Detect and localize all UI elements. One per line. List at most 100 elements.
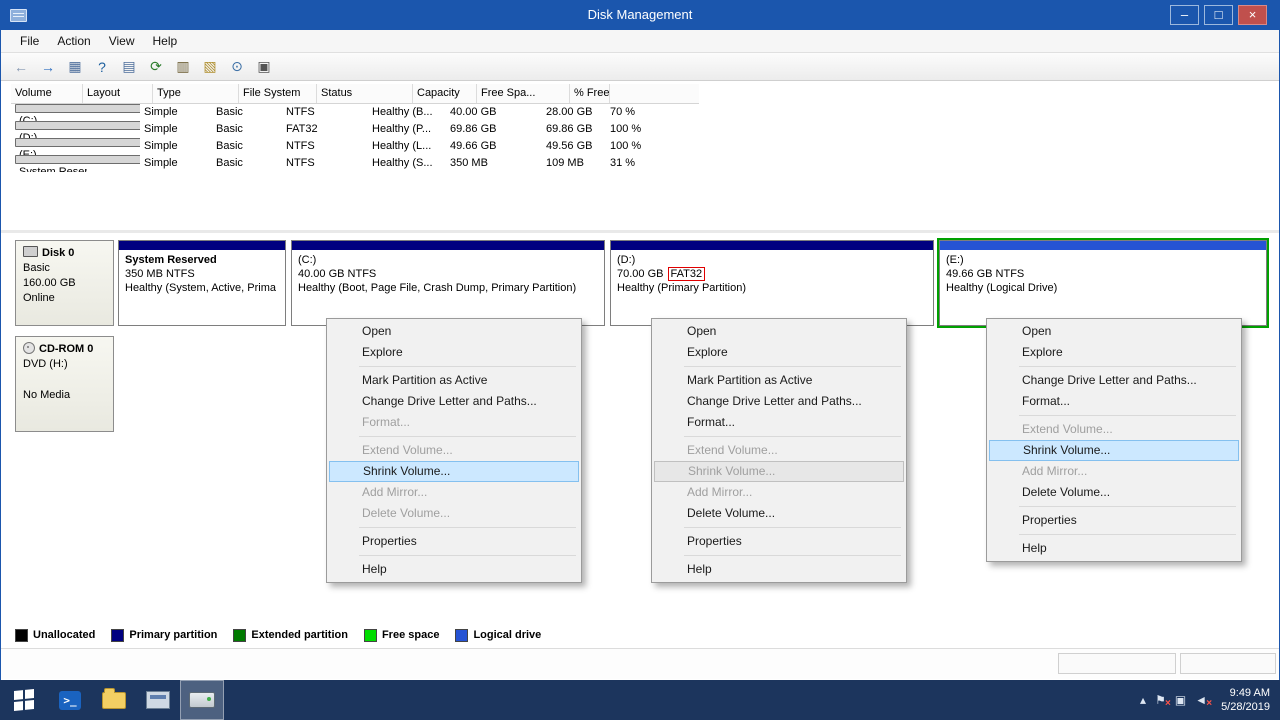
context-menu-item[interactable]: Shrink Volume... [654, 461, 904, 482]
context-menu-item[interactable]: Change Drive Letter and Paths... [989, 370, 1239, 391]
context-menu-item[interactable]: Properties [329, 531, 579, 552]
context-menu-item[interactable]: Extend Volume... [654, 440, 904, 461]
column-header[interactable]: File System [239, 84, 317, 103]
taskbar-disk-management-icon[interactable] [180, 680, 224, 720]
context-menu-item[interactable]: Change Drive Letter and Paths... [654, 391, 904, 412]
close-button[interactable]: × [1238, 5, 1267, 25]
menu-bar: FileActionViewHelp [1, 30, 1279, 53]
context-menu-item[interactable]: Format... [989, 391, 1239, 412]
context-menu-item[interactable]: Mark Partition as Active [654, 370, 904, 391]
context-menu-item[interactable]: Mark Partition as Active [329, 370, 579, 391]
volume-list-pane: VolumeLayoutTypeFile SystemStatusCapacit… [1, 81, 1279, 233]
legend-swatch [364, 629, 377, 642]
partition-block[interactable]: System Reserved 350 MB NTFS Healthy (Sys… [118, 240, 286, 326]
toolbar: ←→▦?▤⟳▥▧⊙▣ [1, 53, 1279, 81]
export-list-icon[interactable]: ▥ [171, 56, 195, 78]
context-menu-item[interactable]: Extend Volume... [329, 440, 579, 461]
context-menu-item[interactable]: Help [654, 559, 904, 580]
cd-rom-header[interactable]: CD-ROM 0 DVD (H:) No Media [15, 336, 114, 432]
partition-size: 49.66 GB NTFS [946, 268, 1024, 280]
table-row[interactable]: System Reserved Simple Basic NTFS Health… [11, 155, 699, 172]
context-menu-item[interactable]: Open [654, 321, 904, 342]
partition-block[interactable]: (E:) 49.66 GB NTFS Healthy (Logical Driv… [939, 240, 1267, 326]
context-menu-item[interactable]: Properties [654, 531, 904, 552]
context-menu-item[interactable]: Explore [989, 342, 1239, 363]
context-menu-item[interactable]: Add Mirror... [989, 461, 1239, 482]
context-menu-item[interactable]: Explore [329, 342, 579, 363]
context-menu-item[interactable]: Open [329, 321, 579, 342]
status-bar-pane-2 [1180, 653, 1276, 674]
start-button[interactable] [0, 680, 48, 720]
context-menu-item[interactable]: Shrink Volume... [989, 440, 1239, 461]
context-menu-item [359, 527, 576, 528]
context-menu-item[interactable]: Delete Volume... [654, 503, 904, 524]
context-menu-item[interactable]: Change Drive Letter and Paths... [329, 391, 579, 412]
column-header[interactable]: Free Spa... [477, 84, 570, 103]
column-header[interactable]: % Free [570, 84, 610, 103]
window-title: Disk Management [1, 0, 1279, 30]
legend: Unallocated Primary partition Extended p… [15, 626, 557, 644]
taskbar-powershell-icon[interactable]: >_ [48, 680, 92, 720]
minimize-button[interactable]: – [1170, 5, 1199, 25]
rescan-disks-icon[interactable]: ▣ [252, 56, 276, 78]
context-menu-item[interactable]: Format... [329, 412, 579, 433]
taskbar-clock[interactable]: 9:49 AM 5/28/2019 [1215, 686, 1270, 714]
menu-bar-item[interactable]: View [100, 30, 144, 53]
context-menu-item[interactable]: Help [989, 538, 1239, 559]
hidden-icons-chevron-icon[interactable]: ▴ [1140, 694, 1146, 706]
context-menu-item[interactable]: Shrink Volume... [329, 461, 579, 482]
context-menu-item[interactable]: Extend Volume... [989, 419, 1239, 440]
taskbar: >_ [0, 680, 1280, 720]
table-header: VolumeLayoutTypeFile SystemStatusCapacit… [11, 84, 699, 104]
properties-icon[interactable]: ▤ [117, 56, 141, 78]
column-header[interactable]: Volume [11, 84, 83, 103]
back-icon[interactable]: ← [9, 56, 33, 78]
volume-icon [15, 138, 140, 147]
action-center-flag-icon[interactable]: ⚑ × [1155, 694, 1166, 706]
context-menu-item [684, 527, 901, 528]
column-header[interactable]: Capacity [413, 84, 477, 103]
context-menu-item[interactable]: Add Mirror... [654, 482, 904, 503]
context-menu-item[interactable]: Format... [654, 412, 904, 433]
context-menu-item [1019, 366, 1236, 367]
partition-name: (E:) [946, 254, 964, 266]
table-row[interactable]: (C:) Simple Basic NTFS Healthy (B... 40.… [11, 104, 699, 121]
menu-bar-item[interactable]: Action [48, 30, 99, 53]
fat32-annotation-box: FAT32 [668, 267, 706, 281]
legend-swatch [111, 629, 124, 642]
column-header[interactable]: Type [153, 84, 239, 103]
context-menu-item[interactable]: Explore [654, 342, 904, 363]
show-console-tree-icon[interactable]: ▦ [63, 56, 87, 78]
context-menu-item[interactable]: Delete Volume... [989, 482, 1239, 503]
find-icon[interactable]: ⊙ [225, 56, 249, 78]
column-header[interactable]: Layout [83, 84, 153, 103]
disk-0-header[interactable]: Disk 0 Basic 160.00 GB Online [15, 240, 114, 326]
refresh-icon[interactable]: ⟳ [144, 56, 168, 78]
volume-muted-icon[interactable]: ◄ × [1195, 694, 1207, 706]
clock-date: 5/28/2019 [1221, 700, 1270, 714]
context-menu-item[interactable]: Delete Volume... [329, 503, 579, 524]
legend-item: Logical drive [455, 629, 541, 642]
maximize-button[interactable]: □ [1204, 5, 1233, 25]
context-menu-item[interactable]: Help [329, 559, 579, 580]
column-header[interactable]: Status [317, 84, 413, 103]
help-icon[interactable]: ? [90, 56, 114, 78]
context-menu-item[interactable]: Properties [989, 510, 1239, 531]
partition-block[interactable]: (C:) 40.00 GB NTFS Healthy (Boot, Page F… [291, 240, 605, 326]
context-menu-item[interactable]: Open [989, 321, 1239, 342]
partition-block[interactable]: (D:) 70.00 GB FAT32 Healthy (Primary Par… [610, 240, 934, 326]
network-icon[interactable]: ▣ [1175, 694, 1186, 706]
menu-bar-item[interactable]: File [11, 30, 48, 53]
table-row[interactable]: (E:) Simple Basic NTFS Healthy (L... 49.… [11, 138, 699, 155]
context-menu-item[interactable]: Add Mirror... [329, 482, 579, 503]
taskbar-server-manager-icon[interactable] [136, 680, 180, 720]
taskbar-file-explorer-icon[interactable] [92, 680, 136, 720]
open-icon[interactable]: ▧ [198, 56, 222, 78]
clock-time: 9:49 AM [1221, 686, 1270, 700]
context-menu-item [359, 366, 576, 367]
system-tray: ▴ ⚑ × ▣ ◄ × [1140, 680, 1280, 720]
status-bar-pane-1 [1058, 653, 1176, 674]
menu-bar-item[interactable]: Help [144, 30, 187, 53]
forward-icon[interactable]: → [36, 56, 60, 78]
table-row[interactable]: (D:) Simple Basic FAT32 Healthy (P... 69… [11, 121, 699, 138]
